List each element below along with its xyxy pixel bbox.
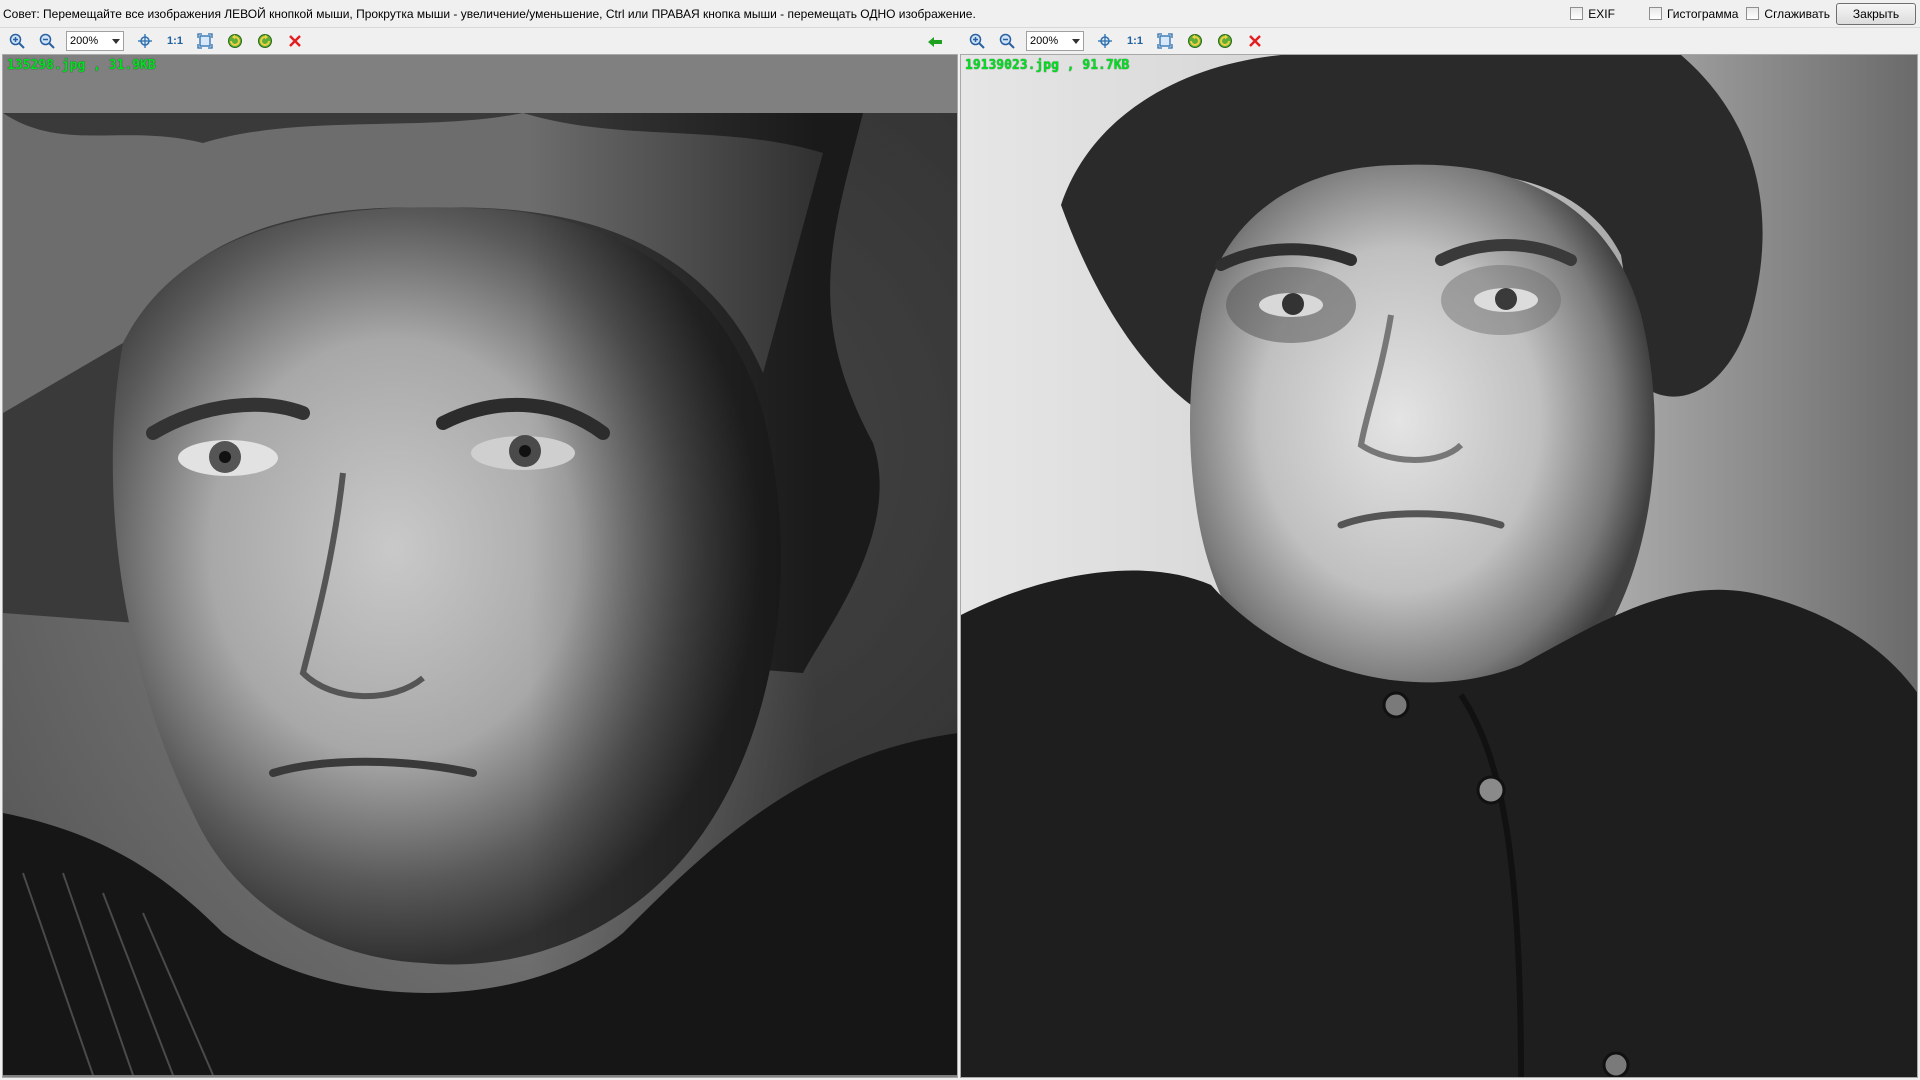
smooth-checkbox-box[interactable] bbox=[1746, 7, 1760, 20]
actual-size-button[interactable]: 1:1 bbox=[164, 35, 186, 47]
left-image-viewport[interactable]: 135298.jpg , 31.9KB bbox=[2, 54, 958, 1078]
chevron-down-icon bbox=[1072, 39, 1080, 44]
exif-checkbox-box[interactable] bbox=[1570, 7, 1584, 20]
back-arrow-icon[interactable] bbox=[924, 31, 946, 53]
right-image-viewport[interactable]: 19139023.jpg , 91.7KB bbox=[960, 54, 1918, 1078]
rotate-right-icon[interactable] bbox=[254, 30, 276, 52]
zoom-select[interactable]: 200% bbox=[1026, 31, 1084, 51]
exif-label: EXIF bbox=[1588, 6, 1615, 21]
rotate-left-icon[interactable] bbox=[1184, 30, 1206, 52]
zoom-in-icon[interactable] bbox=[6, 30, 28, 52]
right-image-pane: 200% 1:1 19139023.jpg , 91.7KB bbox=[960, 28, 1920, 1080]
zoom-out-icon[interactable] bbox=[36, 30, 58, 52]
hint-text: Совет: Перемещайте все изображения ЛЕВОЙ… bbox=[3, 6, 976, 21]
chevron-down-icon bbox=[112, 39, 120, 44]
options-panel: EXIF Гистограмма Сглаживать Закрыть bbox=[1556, 0, 1920, 28]
rotate-left-icon[interactable] bbox=[224, 30, 246, 52]
histogram-checkbox[interactable]: Гистограмма bbox=[1648, 6, 1739, 21]
exif-checkbox[interactable]: EXIF bbox=[1570, 7, 1615, 21]
smooth-checkbox[interactable]: Сглаживать bbox=[1746, 7, 1830, 21]
fit-window-icon[interactable] bbox=[1154, 30, 1176, 52]
delete-icon[interactable] bbox=[1244, 30, 1266, 52]
zoom-out-icon[interactable] bbox=[996, 30, 1018, 52]
actual-size-button[interactable]: 1:1 bbox=[1124, 35, 1146, 47]
zoom-in-icon[interactable] bbox=[966, 30, 988, 52]
left-portrait-image bbox=[3, 113, 957, 1075]
left-file-label: 135298.jpg , 31.9KB bbox=[7, 58, 156, 73]
right-file-label: 19139023.jpg , 91.7KB bbox=[965, 58, 1130, 73]
left-toolbar: 200% 1:1 bbox=[0, 28, 960, 54]
rotate-right-icon[interactable] bbox=[1214, 30, 1236, 52]
close-button[interactable]: Закрыть bbox=[1836, 2, 1916, 25]
histogram-checkbox-box[interactable] bbox=[1648, 7, 1662, 20]
histogram-label: Гистограмма bbox=[1666, 6, 1739, 21]
fit-center-icon[interactable] bbox=[134, 30, 156, 52]
top-hint-bar: Совет: Перемещайте все изображения ЛЕВОЙ… bbox=[0, 0, 1920, 28]
smooth-label: Сглаживать bbox=[1764, 6, 1830, 21]
right-portrait-image bbox=[961, 55, 1917, 1077]
delete-icon[interactable] bbox=[284, 30, 306, 52]
fit-window-icon[interactable] bbox=[194, 30, 216, 52]
right-toolbar: 200% 1:1 bbox=[960, 28, 1920, 54]
zoom-select-value: 200% bbox=[70, 35, 99, 47]
fit-center-icon[interactable] bbox=[1094, 30, 1116, 52]
zoom-select[interactable]: 200% bbox=[66, 31, 124, 51]
left-image-pane: 200% 1:1 135298.jpg , 31.9KB bbox=[0, 28, 960, 1080]
zoom-select-value: 200% bbox=[1030, 35, 1059, 47]
